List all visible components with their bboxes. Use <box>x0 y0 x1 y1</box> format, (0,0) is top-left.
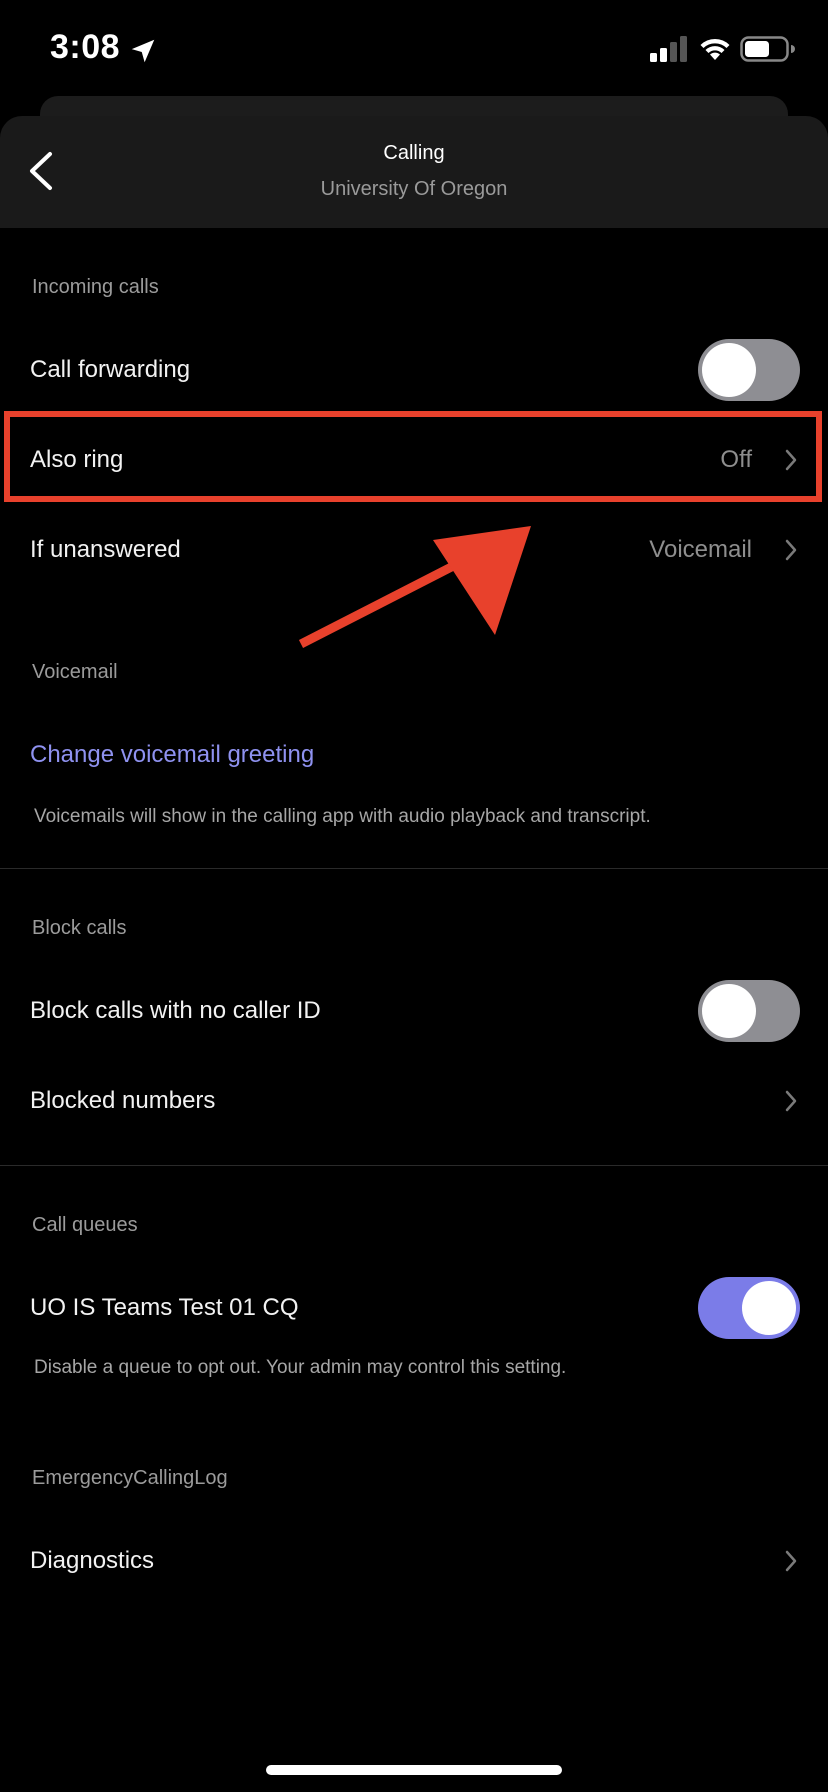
blocked-numbers-row[interactable]: Blocked numbers <box>0 1056 828 1146</box>
status-bar: 3:08 <box>0 0 828 100</box>
wifi-icon <box>700 38 730 60</box>
section-header-voicemail: Voicemail <box>32 661 118 683</box>
also-ring-value: Off <box>720 446 752 473</box>
status-time: 3:08 <box>50 28 121 66</box>
call-forwarding-toggle[interactable] <box>698 339 800 401</box>
chevron-right-icon <box>785 1550 797 1572</box>
battery-icon <box>740 36 795 62</box>
chevron-right-icon <box>785 449 797 471</box>
chevron-right-icon <box>785 539 797 561</box>
call-queue-row: UO IS Teams Test 01 CQ <box>0 1263 828 1353</box>
call-forwarding-label: Call forwarding <box>30 356 191 383</box>
block-no-caller-id-toggle[interactable] <box>698 980 800 1042</box>
page-title: Calling <box>383 142 445 164</box>
toggle-knob <box>742 1281 796 1335</box>
call-forwarding-row: Call forwarding <box>0 325 828 415</box>
block-no-caller-id-label: Block calls with no caller ID <box>30 997 321 1024</box>
section-header-call-queues: Call queues <box>32 1214 138 1236</box>
cellular-signal-icon <box>650 36 687 62</box>
location-arrow-icon <box>131 39 155 63</box>
also-ring-row[interactable]: Also ring Off <box>0 415 828 505</box>
if-unanswered-row[interactable]: If unanswered Voicemail <box>0 505 828 595</box>
call-queues-footnote: Disable a queue to opt out. Your admin m… <box>34 1357 567 1378</box>
chevron-right-icon <box>785 1090 797 1112</box>
if-unanswered-label: If unanswered <box>30 536 181 563</box>
also-ring-label: Also ring <box>30 446 124 473</box>
if-unanswered-value: Voicemail <box>649 536 752 563</box>
diagnostics-label: Diagnostics <box>30 1547 155 1574</box>
page-subtitle: University Of Oregon <box>320 178 508 200</box>
voicemail-footnote: Voicemails will show in the calling app … <box>34 806 651 827</box>
change-voicemail-greeting-link[interactable]: Change voicemail greeting <box>0 710 828 800</box>
blocked-numbers-label: Blocked numbers <box>30 1087 216 1114</box>
section-header-incoming-calls: Incoming calls <box>32 276 159 298</box>
section-header-block-calls: Block calls <box>32 917 127 939</box>
call-queue-toggle[interactable] <box>698 1277 800 1339</box>
block-no-caller-id-row: Block calls with no caller ID <box>0 966 828 1056</box>
call-queue-label: UO IS Teams Test 01 CQ <box>30 1294 299 1321</box>
settings-list: Incoming calls Call forwarding Also ring… <box>0 228 828 1606</box>
toggle-knob <box>702 343 756 397</box>
navigation-header: Calling University Of Oregon <box>0 116 828 228</box>
section-header-emergency-calling-log: EmergencyCallingLog <box>32 1467 228 1489</box>
toggle-knob <box>702 984 756 1038</box>
diagnostics-row[interactable]: Diagnostics <box>0 1516 828 1606</box>
home-indicator[interactable] <box>266 1765 562 1775</box>
